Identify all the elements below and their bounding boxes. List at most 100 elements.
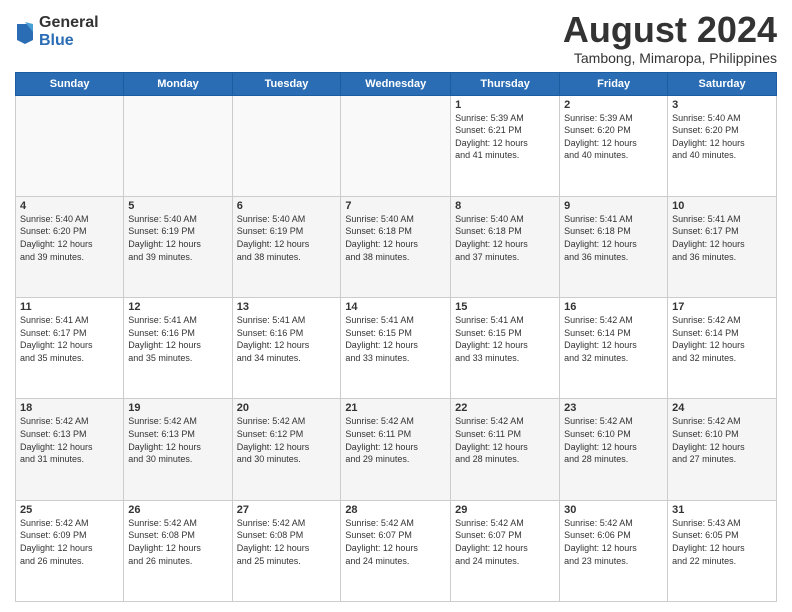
table-row: 29Sunrise: 5:42 AM Sunset: 6:07 PM Dayli…	[451, 500, 560, 601]
calendar-week-0: 1Sunrise: 5:39 AM Sunset: 6:21 PM Daylig…	[16, 95, 777, 196]
table-row: 31Sunrise: 5:43 AM Sunset: 6:05 PM Dayli…	[668, 500, 777, 601]
day-info: Sunrise: 5:43 AM Sunset: 6:05 PM Dayligh…	[672, 517, 772, 567]
table-row: 10Sunrise: 5:41 AM Sunset: 6:17 PM Dayli…	[668, 196, 777, 297]
day-info: Sunrise: 5:41 AM Sunset: 6:15 PM Dayligh…	[345, 314, 446, 364]
day-number: 19	[128, 402, 227, 414]
calendar-week-4: 25Sunrise: 5:42 AM Sunset: 6:09 PM Dayli…	[16, 500, 777, 601]
col-sunday: Sunday	[16, 72, 124, 95]
logo: General Blue	[15, 14, 99, 49]
day-number: 4	[20, 200, 119, 212]
day-number: 21	[345, 402, 446, 414]
day-number: 17	[672, 301, 772, 313]
day-info: Sunrise: 5:41 AM Sunset: 6:16 PM Dayligh…	[128, 314, 227, 364]
col-tuesday: Tuesday	[232, 72, 341, 95]
table-row	[16, 95, 124, 196]
table-row: 22Sunrise: 5:42 AM Sunset: 6:11 PM Dayli…	[451, 399, 560, 500]
col-friday: Friday	[560, 72, 668, 95]
table-row: 25Sunrise: 5:42 AM Sunset: 6:09 PM Dayli…	[16, 500, 124, 601]
day-info: Sunrise: 5:42 AM Sunset: 6:08 PM Dayligh…	[128, 517, 227, 567]
day-number: 8	[455, 200, 555, 212]
day-info: Sunrise: 5:42 AM Sunset: 6:10 PM Dayligh…	[564, 415, 663, 465]
logo-blue: Blue	[39, 32, 99, 50]
day-number: 14	[345, 301, 446, 313]
day-number: 12	[128, 301, 227, 313]
day-number: 30	[564, 504, 663, 516]
page: General Blue August 2024 Tambong, Mimaro…	[0, 0, 792, 612]
day-number: 18	[20, 402, 119, 414]
table-row: 3Sunrise: 5:40 AM Sunset: 6:20 PM Daylig…	[668, 95, 777, 196]
table-row: 15Sunrise: 5:41 AM Sunset: 6:15 PM Dayli…	[451, 298, 560, 399]
day-info: Sunrise: 5:42 AM Sunset: 6:07 PM Dayligh…	[345, 517, 446, 567]
table-row: 19Sunrise: 5:42 AM Sunset: 6:13 PM Dayli…	[124, 399, 232, 500]
calendar-week-1: 4Sunrise: 5:40 AM Sunset: 6:20 PM Daylig…	[16, 196, 777, 297]
day-info: Sunrise: 5:42 AM Sunset: 6:09 PM Dayligh…	[20, 517, 119, 567]
table-row: 16Sunrise: 5:42 AM Sunset: 6:14 PM Dayli…	[560, 298, 668, 399]
table-row: 12Sunrise: 5:41 AM Sunset: 6:16 PM Dayli…	[124, 298, 232, 399]
day-info: Sunrise: 5:42 AM Sunset: 6:08 PM Dayligh…	[237, 517, 337, 567]
day-info: Sunrise: 5:40 AM Sunset: 6:18 PM Dayligh…	[345, 213, 446, 263]
day-number: 27	[237, 504, 337, 516]
day-number: 24	[672, 402, 772, 414]
logo-icon	[15, 20, 35, 44]
calendar-week-2: 11Sunrise: 5:41 AM Sunset: 6:17 PM Dayli…	[16, 298, 777, 399]
day-number: 13	[237, 301, 337, 313]
table-row: 18Sunrise: 5:42 AM Sunset: 6:13 PM Dayli…	[16, 399, 124, 500]
day-info: Sunrise: 5:42 AM Sunset: 6:13 PM Dayligh…	[20, 415, 119, 465]
day-info: Sunrise: 5:42 AM Sunset: 6:06 PM Dayligh…	[564, 517, 663, 567]
table-row: 23Sunrise: 5:42 AM Sunset: 6:10 PM Dayli…	[560, 399, 668, 500]
subtitle: Tambong, Mimaropa, Philippines	[563, 50, 777, 66]
day-number: 11	[20, 301, 119, 313]
table-row: 20Sunrise: 5:42 AM Sunset: 6:12 PM Dayli…	[232, 399, 341, 500]
col-monday: Monday	[124, 72, 232, 95]
table-row: 27Sunrise: 5:42 AM Sunset: 6:08 PM Dayli…	[232, 500, 341, 601]
table-row: 6Sunrise: 5:40 AM Sunset: 6:19 PM Daylig…	[232, 196, 341, 297]
table-row: 1Sunrise: 5:39 AM Sunset: 6:21 PM Daylig…	[451, 95, 560, 196]
col-thursday: Thursday	[451, 72, 560, 95]
day-info: Sunrise: 5:39 AM Sunset: 6:21 PM Dayligh…	[455, 112, 555, 162]
header-row: Sunday Monday Tuesday Wednesday Thursday…	[16, 72, 777, 95]
day-info: Sunrise: 5:40 AM Sunset: 6:20 PM Dayligh…	[20, 213, 119, 263]
table-row: 11Sunrise: 5:41 AM Sunset: 6:17 PM Dayli…	[16, 298, 124, 399]
day-number: 10	[672, 200, 772, 212]
title-section: August 2024 Tambong, Mimaropa, Philippin…	[563, 10, 777, 66]
day-number: 20	[237, 402, 337, 414]
day-number: 29	[455, 504, 555, 516]
day-number: 3	[672, 99, 772, 111]
col-saturday: Saturday	[668, 72, 777, 95]
day-info: Sunrise: 5:39 AM Sunset: 6:20 PM Dayligh…	[564, 112, 663, 162]
table-row	[124, 95, 232, 196]
day-info: Sunrise: 5:41 AM Sunset: 6:15 PM Dayligh…	[455, 314, 555, 364]
calendar-week-3: 18Sunrise: 5:42 AM Sunset: 6:13 PM Dayli…	[16, 399, 777, 500]
day-number: 7	[345, 200, 446, 212]
day-number: 15	[455, 301, 555, 313]
day-number: 16	[564, 301, 663, 313]
table-row: 7Sunrise: 5:40 AM Sunset: 6:18 PM Daylig…	[341, 196, 451, 297]
table-row: 14Sunrise: 5:41 AM Sunset: 6:15 PM Dayli…	[341, 298, 451, 399]
day-number: 6	[237, 200, 337, 212]
day-info: Sunrise: 5:42 AM Sunset: 6:10 PM Dayligh…	[672, 415, 772, 465]
table-row	[341, 95, 451, 196]
day-info: Sunrise: 5:40 AM Sunset: 6:20 PM Dayligh…	[672, 112, 772, 162]
main-title: August 2024	[563, 10, 777, 50]
day-info: Sunrise: 5:41 AM Sunset: 6:18 PM Dayligh…	[564, 213, 663, 263]
day-number: 26	[128, 504, 227, 516]
day-info: Sunrise: 5:41 AM Sunset: 6:16 PM Dayligh…	[237, 314, 337, 364]
day-info: Sunrise: 5:40 AM Sunset: 6:18 PM Dayligh…	[455, 213, 555, 263]
day-info: Sunrise: 5:40 AM Sunset: 6:19 PM Dayligh…	[128, 213, 227, 263]
table-row: 24Sunrise: 5:42 AM Sunset: 6:10 PM Dayli…	[668, 399, 777, 500]
table-row: 2Sunrise: 5:39 AM Sunset: 6:20 PM Daylig…	[560, 95, 668, 196]
table-row: 13Sunrise: 5:41 AM Sunset: 6:16 PM Dayli…	[232, 298, 341, 399]
table-row: 30Sunrise: 5:42 AM Sunset: 6:06 PM Dayli…	[560, 500, 668, 601]
day-number: 23	[564, 402, 663, 414]
day-number: 5	[128, 200, 227, 212]
table-row: 5Sunrise: 5:40 AM Sunset: 6:19 PM Daylig…	[124, 196, 232, 297]
table-row: 4Sunrise: 5:40 AM Sunset: 6:20 PM Daylig…	[16, 196, 124, 297]
day-info: Sunrise: 5:41 AM Sunset: 6:17 PM Dayligh…	[20, 314, 119, 364]
day-number: 31	[672, 504, 772, 516]
table-row	[232, 95, 341, 196]
logo-general: General	[39, 14, 99, 32]
header: General Blue August 2024 Tambong, Mimaro…	[15, 10, 777, 66]
day-info: Sunrise: 5:42 AM Sunset: 6:11 PM Dayligh…	[345, 415, 446, 465]
day-info: Sunrise: 5:42 AM Sunset: 6:13 PM Dayligh…	[128, 415, 227, 465]
calendar-table: Sunday Monday Tuesday Wednesday Thursday…	[15, 72, 777, 602]
